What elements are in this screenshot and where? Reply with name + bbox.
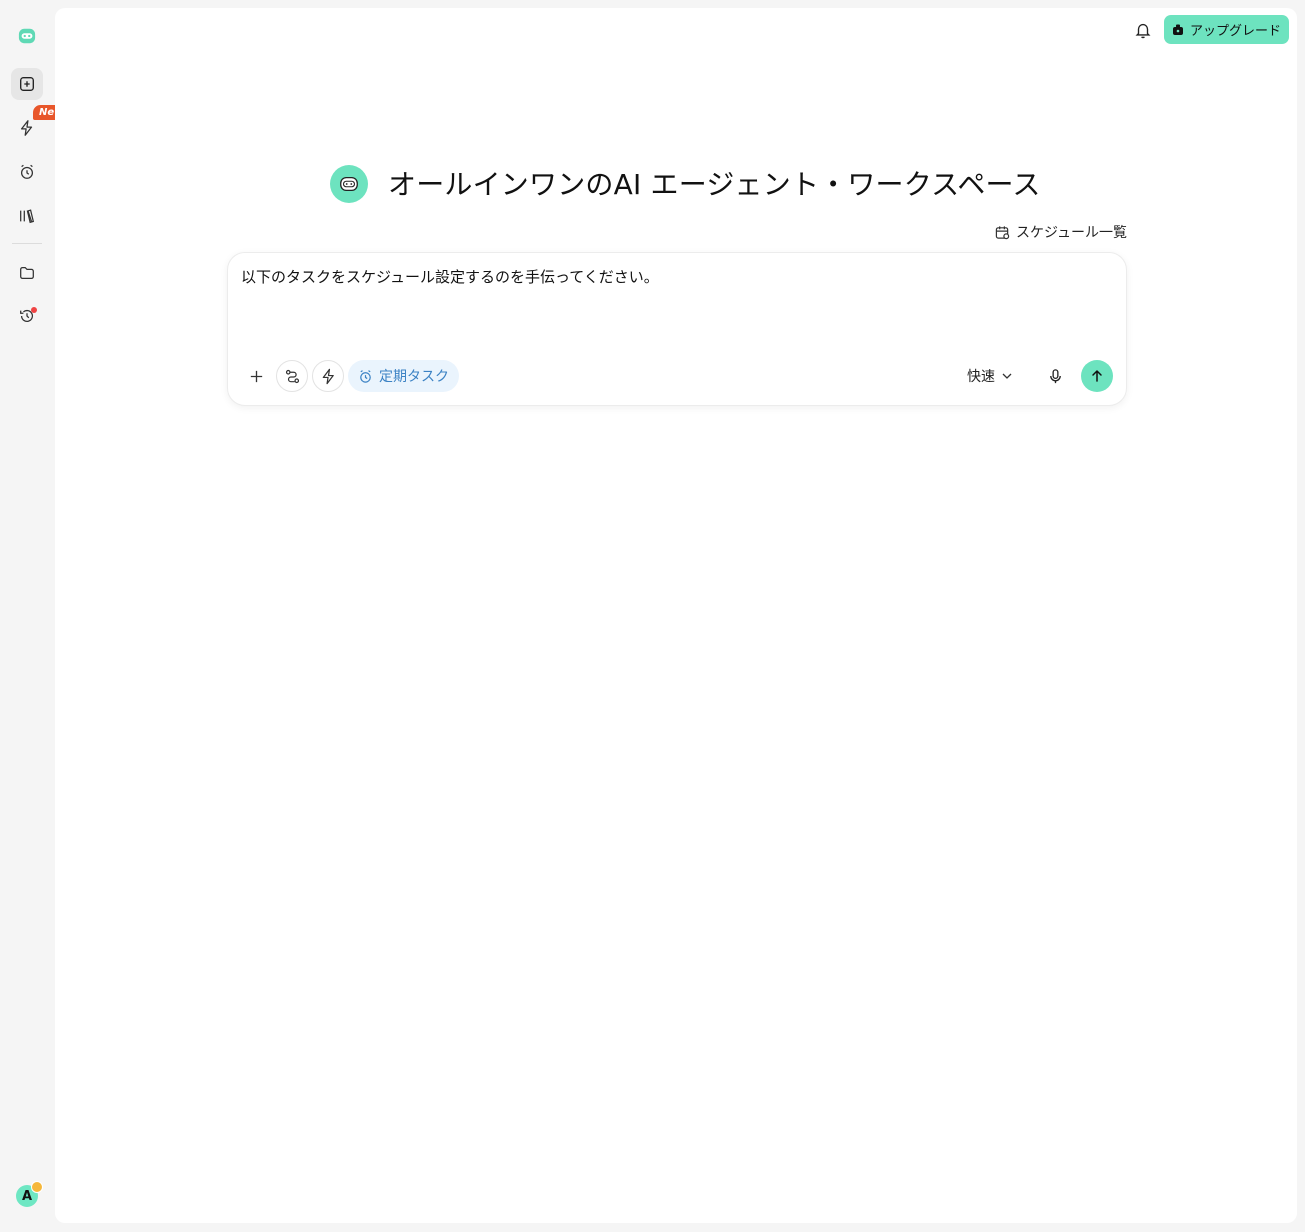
library-icon[interactable]: [11, 200, 43, 232]
history-notification-dot: [31, 307, 37, 313]
microphone-button[interactable]: [1039, 360, 1071, 392]
upgrade-button[interactable]: アップグレード: [1164, 15, 1289, 44]
lightning-button[interactable]: [312, 360, 344, 392]
alarm-clock-icon[interactable]: [11, 156, 43, 188]
schedule-list-label: スケジュール一覧: [1016, 225, 1128, 241]
workflow-icon: [285, 369, 299, 383]
new-chat-button[interactable]: [11, 68, 43, 100]
speed-label: 快速: [967, 369, 995, 385]
calendar-clock-icon: [995, 225, 1010, 239]
arrow-up-icon: [1092, 370, 1102, 382]
page-title: オールインワンのAI エージェント・ワークスペース: [388, 168, 1041, 201]
folder-icon[interactable]: [11, 257, 43, 289]
sidebar-divider: [12, 243, 42, 244]
message-input[interactable]: 以下のタスクをスケジュール設定するのを手伝ってください。: [241, 266, 659, 287]
bell-icon[interactable]: [1134, 21, 1152, 39]
microphone-icon: [1049, 368, 1061, 383]
history-icon[interactable]: [11, 300, 43, 332]
schedule-list-link[interactable]: スケジュール一覧: [995, 222, 1127, 242]
agent-logo-icon: [330, 165, 368, 203]
plus-icon: [250, 370, 262, 382]
avatar-badge: [31, 1181, 43, 1193]
upgrade-label: アップグレード: [1189, 24, 1281, 39]
sidebar: New A: [0, 0, 70, 1232]
recurring-task-chip[interactable]: 定期タスク: [348, 360, 459, 392]
chevron-down-icon: [1002, 373, 1012, 379]
speed-selector[interactable]: 快速: [967, 360, 1013, 392]
composer: 以下のタスクをスケジュール設定するのを手伝ってください。 定期タスク 快速: [227, 252, 1127, 406]
workflow-button[interactable]: [276, 360, 308, 392]
recurring-task-label: 定期タスク: [379, 369, 449, 385]
gift-icon: [1172, 24, 1183, 35]
alarm-clock-icon: [360, 369, 371, 383]
app-logo-icon[interactable]: [11, 20, 43, 52]
lightning-icon: [322, 368, 334, 384]
send-button[interactable]: [1081, 360, 1113, 392]
add-button[interactable]: [240, 360, 272, 392]
